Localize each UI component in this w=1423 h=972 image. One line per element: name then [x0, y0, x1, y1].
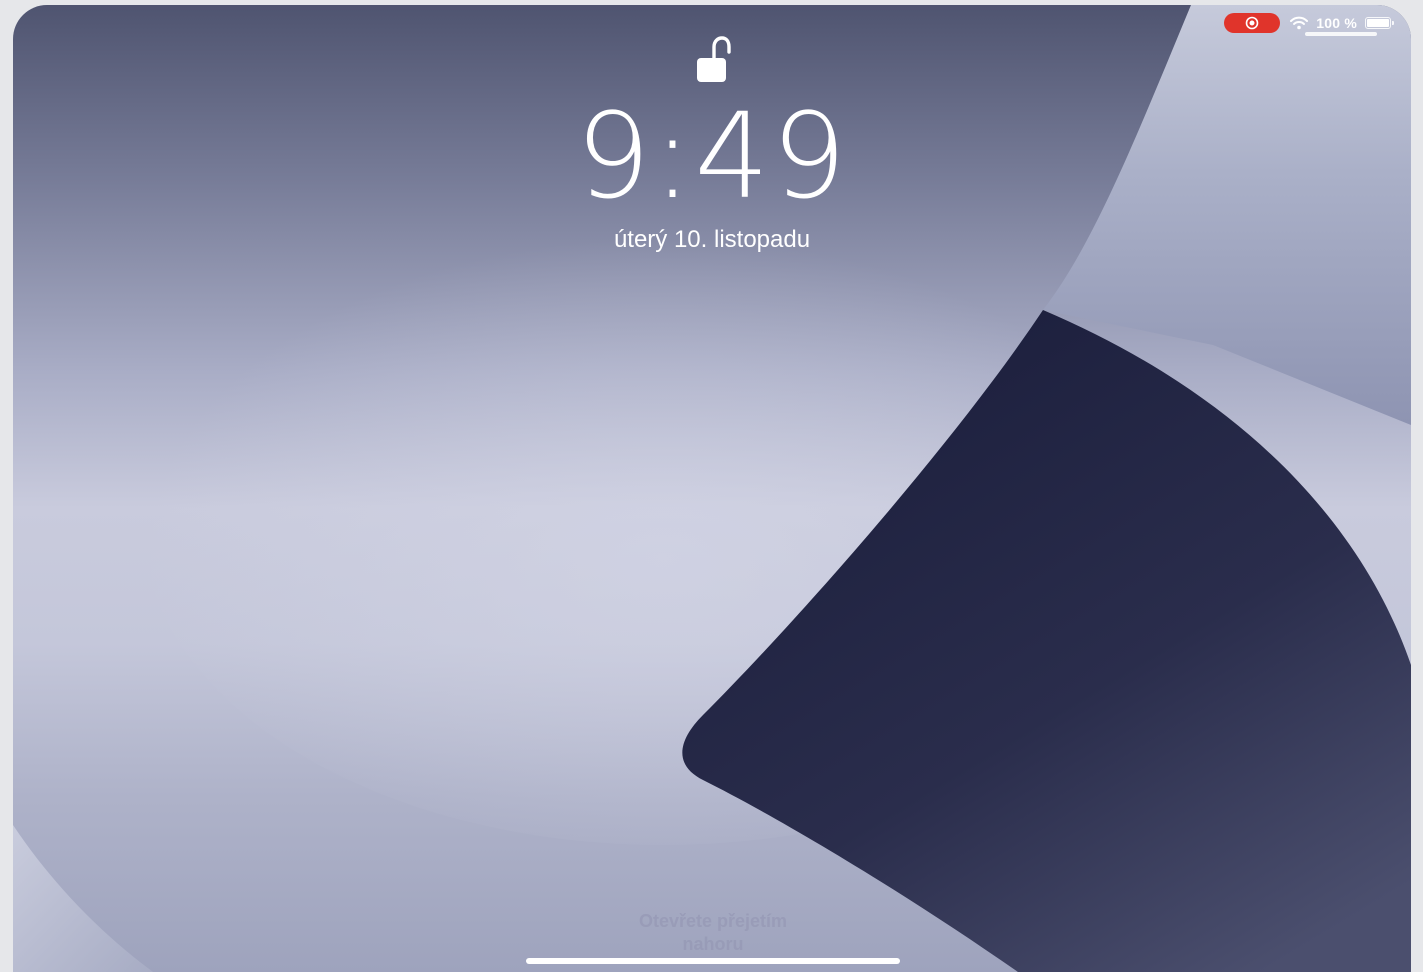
- swipe-up-hint: Otevřete přejetím nahoru: [638, 911, 788, 954]
- screen-recording-icon: [1245, 16, 1259, 30]
- clock-date: úterý 10. listopadu: [613, 226, 811, 253]
- battery-level-fill: [1367, 19, 1389, 27]
- screen-recording-indicator[interactable]: [1224, 13, 1281, 33]
- battery-percentage: 100 %: [1316, 15, 1357, 31]
- unlocked-padlock-icon: [697, 36, 731, 82]
- control-center-indicator[interactable]: [1305, 32, 1377, 36]
- lock-screen: 100 % 9:49 úterý 10. listopadu Otevřete …: [13, 5, 1411, 972]
- clock-time: 9:49: [575, 87, 849, 225]
- home-indicator[interactable]: [526, 958, 900, 964]
- wifi-icon: [1290, 16, 1309, 30]
- battery-icon: [1365, 17, 1394, 29]
- status-bar: 100 %: [1224, 13, 1394, 33]
